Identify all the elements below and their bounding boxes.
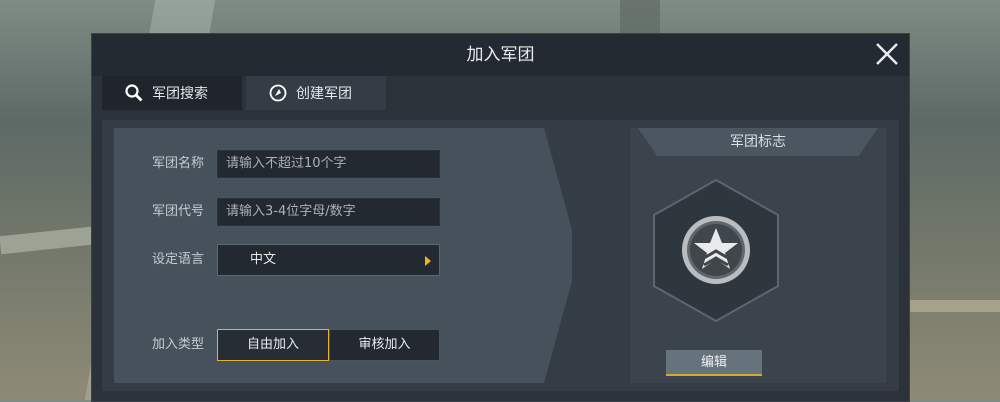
- tab-legion-search[interactable]: 军团搜索: [102, 76, 242, 110]
- legion-form: 军团名称 请输入不超过10个字 军团代号 请输入3-4位字母/数字 设定语言 中…: [114, 128, 572, 383]
- dialog-title-bar: 加入军团: [92, 34, 909, 76]
- legion-logo-header: 军团标志: [638, 128, 878, 156]
- legion-name-input[interactable]: 请输入不超过10个字: [217, 150, 440, 178]
- legion-code-label: 军团代号: [152, 204, 205, 219]
- tab-label: 军团搜索: [152, 86, 208, 102]
- join-legion-dialog: 加入军团 军团搜索 创建军团 军团名称 请输入不超过10个字 军团代号 请输入3…: [91, 33, 910, 402]
- edit-logo-button[interactable]: 编辑: [666, 350, 762, 376]
- legion-logo-section: 军团标志 编辑: [630, 128, 886, 383]
- dialog-title: 加入军团: [466, 45, 535, 65]
- tab-label: 创建军团: [296, 86, 352, 102]
- tab-create-legion[interactable]: 创建军团: [246, 76, 386, 110]
- dropdown-arrow-icon: [425, 256, 431, 266]
- join-type-free-button[interactable]: 自由加入: [217, 329, 329, 361]
- legion-name-label: 军团名称: [152, 156, 205, 171]
- search-icon: [124, 83, 144, 103]
- close-button[interactable]: [871, 38, 903, 70]
- join-type-review-button[interactable]: 审核加入: [329, 329, 440, 361]
- close-icon: [876, 43, 898, 65]
- create-legion-content: 军团名称 请输入不超过10个字 军团代号 请输入3-4位字母/数字 设定语言 中…: [102, 120, 899, 391]
- star-chevron-emblem-icon: [653, 178, 779, 323]
- legion-code-input[interactable]: 请输入3-4位字母/数字: [217, 198, 440, 226]
- join-type-label: 加入类型: [152, 337, 205, 352]
- create-icon: [268, 83, 288, 103]
- language-label: 设定语言: [152, 252, 205, 267]
- background-rail: [910, 300, 1000, 312]
- language-select[interactable]: 中文: [217, 244, 440, 276]
- language-value: 中文: [250, 252, 277, 267]
